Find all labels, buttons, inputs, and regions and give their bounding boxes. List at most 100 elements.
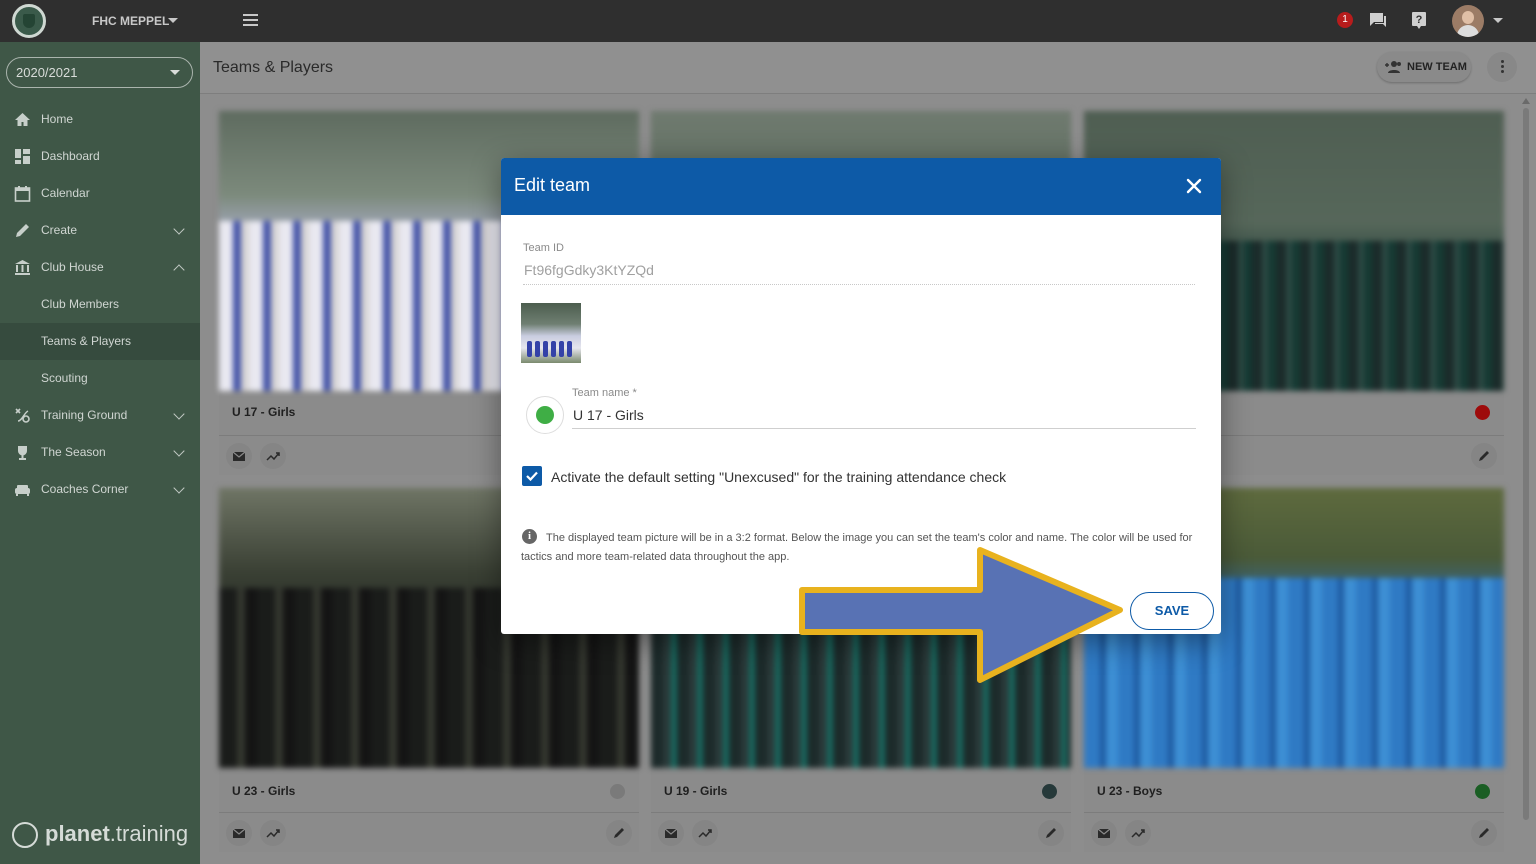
home-icon — [15, 113, 30, 126]
team-name: U 23 - Boys — [1097, 784, 1163, 798]
trending-icon — [266, 452, 280, 461]
sidebar-item-label: Teams & Players — [41, 334, 132, 348]
stats-button[interactable] — [260, 820, 286, 846]
sidebar-item-home[interactable]: Home — [0, 101, 200, 138]
email-button[interactable] — [226, 443, 252, 469]
club-dropdown-icon[interactable] — [168, 18, 178, 23]
edit-button[interactable] — [1038, 820, 1064, 846]
calendar-icon — [14, 186, 31, 202]
sidebar-item-label: Calendar — [41, 186, 90, 200]
pencil-icon — [614, 828, 624, 838]
mail-icon — [1097, 828, 1111, 838]
sidebar-item-coaches-corner[interactable]: Coaches Corner — [0, 471, 200, 508]
sidebar: 2020/2021 Home Dashboard Calendar Create… — [0, 42, 200, 864]
tutorial-arrow-annotation — [799, 547, 1123, 683]
sidebar-item-dashboard[interactable]: Dashboard — [0, 138, 200, 175]
planet-icon — [12, 822, 38, 848]
top-bar: FHC MEPPEL 1 ? — [0, 0, 1536, 42]
chevron-down-icon — [173, 445, 185, 457]
team-color-dot — [610, 784, 625, 799]
dialog-title: Edit team — [514, 175, 591, 195]
svg-text:?: ? — [1416, 14, 1423, 26]
dashboard-icon — [15, 149, 30, 164]
sidebar-item-label: Dashboard — [41, 149, 100, 163]
chat-icon[interactable] — [1369, 11, 1387, 29]
edit-button[interactable] — [1471, 820, 1497, 846]
season-select[interactable]: 2020/2021 — [6, 57, 193, 88]
team-picture-thumbnail[interactable] — [521, 303, 581, 363]
unexcused-default-checkbox[interactable] — [522, 466, 542, 486]
pencil-icon — [1479, 451, 1489, 461]
sidebar-item-club-members[interactable]: Club Members — [0, 286, 200, 323]
edit-button[interactable] — [1471, 443, 1497, 469]
page-title: Teams & Players — [213, 59, 334, 76]
scrollbar-thumb[interactable] — [1523, 108, 1529, 820]
brand-name-bold: planet — [45, 821, 110, 846]
sidebar-item-label: Home — [41, 112, 74, 126]
scrollbar[interactable] — [1522, 96, 1530, 864]
email-button[interactable] — [1091, 820, 1117, 846]
team-color-dot — [1475, 784, 1490, 799]
scroll-up-icon[interactable] — [1522, 98, 1530, 104]
sidebar-item-label: Scouting — [41, 371, 88, 385]
team-name: U 23 - Girls — [232, 784, 296, 798]
email-button[interactable] — [226, 820, 252, 846]
user-avatar[interactable] — [1452, 5, 1484, 37]
sidebar-item-training-ground[interactable]: Training Ground — [0, 397, 200, 434]
card-divider — [219, 812, 639, 813]
team-color-picker[interactable] — [526, 396, 564, 434]
brand-name-light: .training — [109, 821, 189, 846]
chevron-down-icon — [173, 223, 185, 235]
close-icon[interactable] — [1184, 176, 1204, 196]
unexcused-default-label[interactable]: Activate the default setting "Unexcused"… — [551, 469, 1006, 485]
notification-badge[interactable]: 1 — [1337, 12, 1353, 28]
season-select-value: 2020/2021 — [16, 65, 78, 80]
sidebar-item-create[interactable]: Create — [0, 212, 200, 249]
sidebar-item-label: The Season — [41, 445, 106, 459]
sidebar-item-the-season[interactable]: The Season — [0, 434, 200, 471]
card-divider — [651, 812, 1071, 813]
trophy-icon — [18, 446, 27, 460]
stats-button[interactable] — [1125, 820, 1151, 846]
sidebar-item-calendar[interactable]: Calendar — [0, 175, 200, 212]
email-button[interactable] — [658, 820, 684, 846]
new-team-button[interactable]: NEW TEAM — [1377, 52, 1471, 82]
more-options-icon[interactable] — [1487, 52, 1517, 82]
couch-icon — [15, 485, 30, 496]
club-name[interactable]: FHC MEPPEL — [92, 14, 169, 28]
check-icon — [526, 471, 538, 482]
chevron-down-icon — [173, 408, 185, 420]
team-name-underline — [572, 428, 1196, 429]
save-button[interactable]: SAVE — [1130, 592, 1214, 630]
team-name: U 17 - Girls — [232, 405, 296, 419]
sidebar-item-label: Club House — [41, 260, 104, 274]
club-logo[interactable] — [12, 4, 46, 38]
dialog-header: Edit team — [501, 158, 1221, 215]
trending-icon — [266, 829, 280, 838]
bank-icon — [15, 260, 30, 275]
team-name-label: Team name * — [572, 387, 637, 399]
team-name-input[interactable]: U 17 - Girls — [573, 407, 644, 423]
pencil-icon — [1479, 828, 1489, 838]
mail-icon — [232, 451, 246, 461]
new-team-label: NEW TEAM — [1407, 61, 1467, 73]
sidebar-item-scouting[interactable]: Scouting — [0, 360, 200, 397]
pencil-icon — [16, 224, 29, 237]
stats-button[interactable] — [260, 443, 286, 469]
chevron-down-icon — [173, 482, 185, 494]
sidebar-item-label: Club Members — [41, 297, 120, 311]
add-group-icon — [1385, 61, 1401, 73]
team-color-swatch — [536, 406, 554, 424]
page-header: Teams & Players NEW TEAM — [200, 42, 1536, 94]
menu-icon[interactable] — [243, 14, 258, 26]
mail-icon — [232, 828, 246, 838]
sidebar-item-teams-players[interactable]: Teams & Players — [0, 323, 200, 360]
team-color-dot — [1475, 405, 1490, 420]
help-icon[interactable]: ? — [1411, 11, 1427, 29]
edit-button[interactable] — [606, 820, 632, 846]
user-menu-dropdown-icon[interactable] — [1493, 18, 1503, 23]
sidebar-item-club-house[interactable]: Club House — [0, 249, 200, 286]
sidebar-item-label: Training Ground — [41, 408, 128, 422]
sidebar-item-label: Coaches Corner — [41, 482, 129, 496]
stats-button[interactable] — [692, 820, 718, 846]
